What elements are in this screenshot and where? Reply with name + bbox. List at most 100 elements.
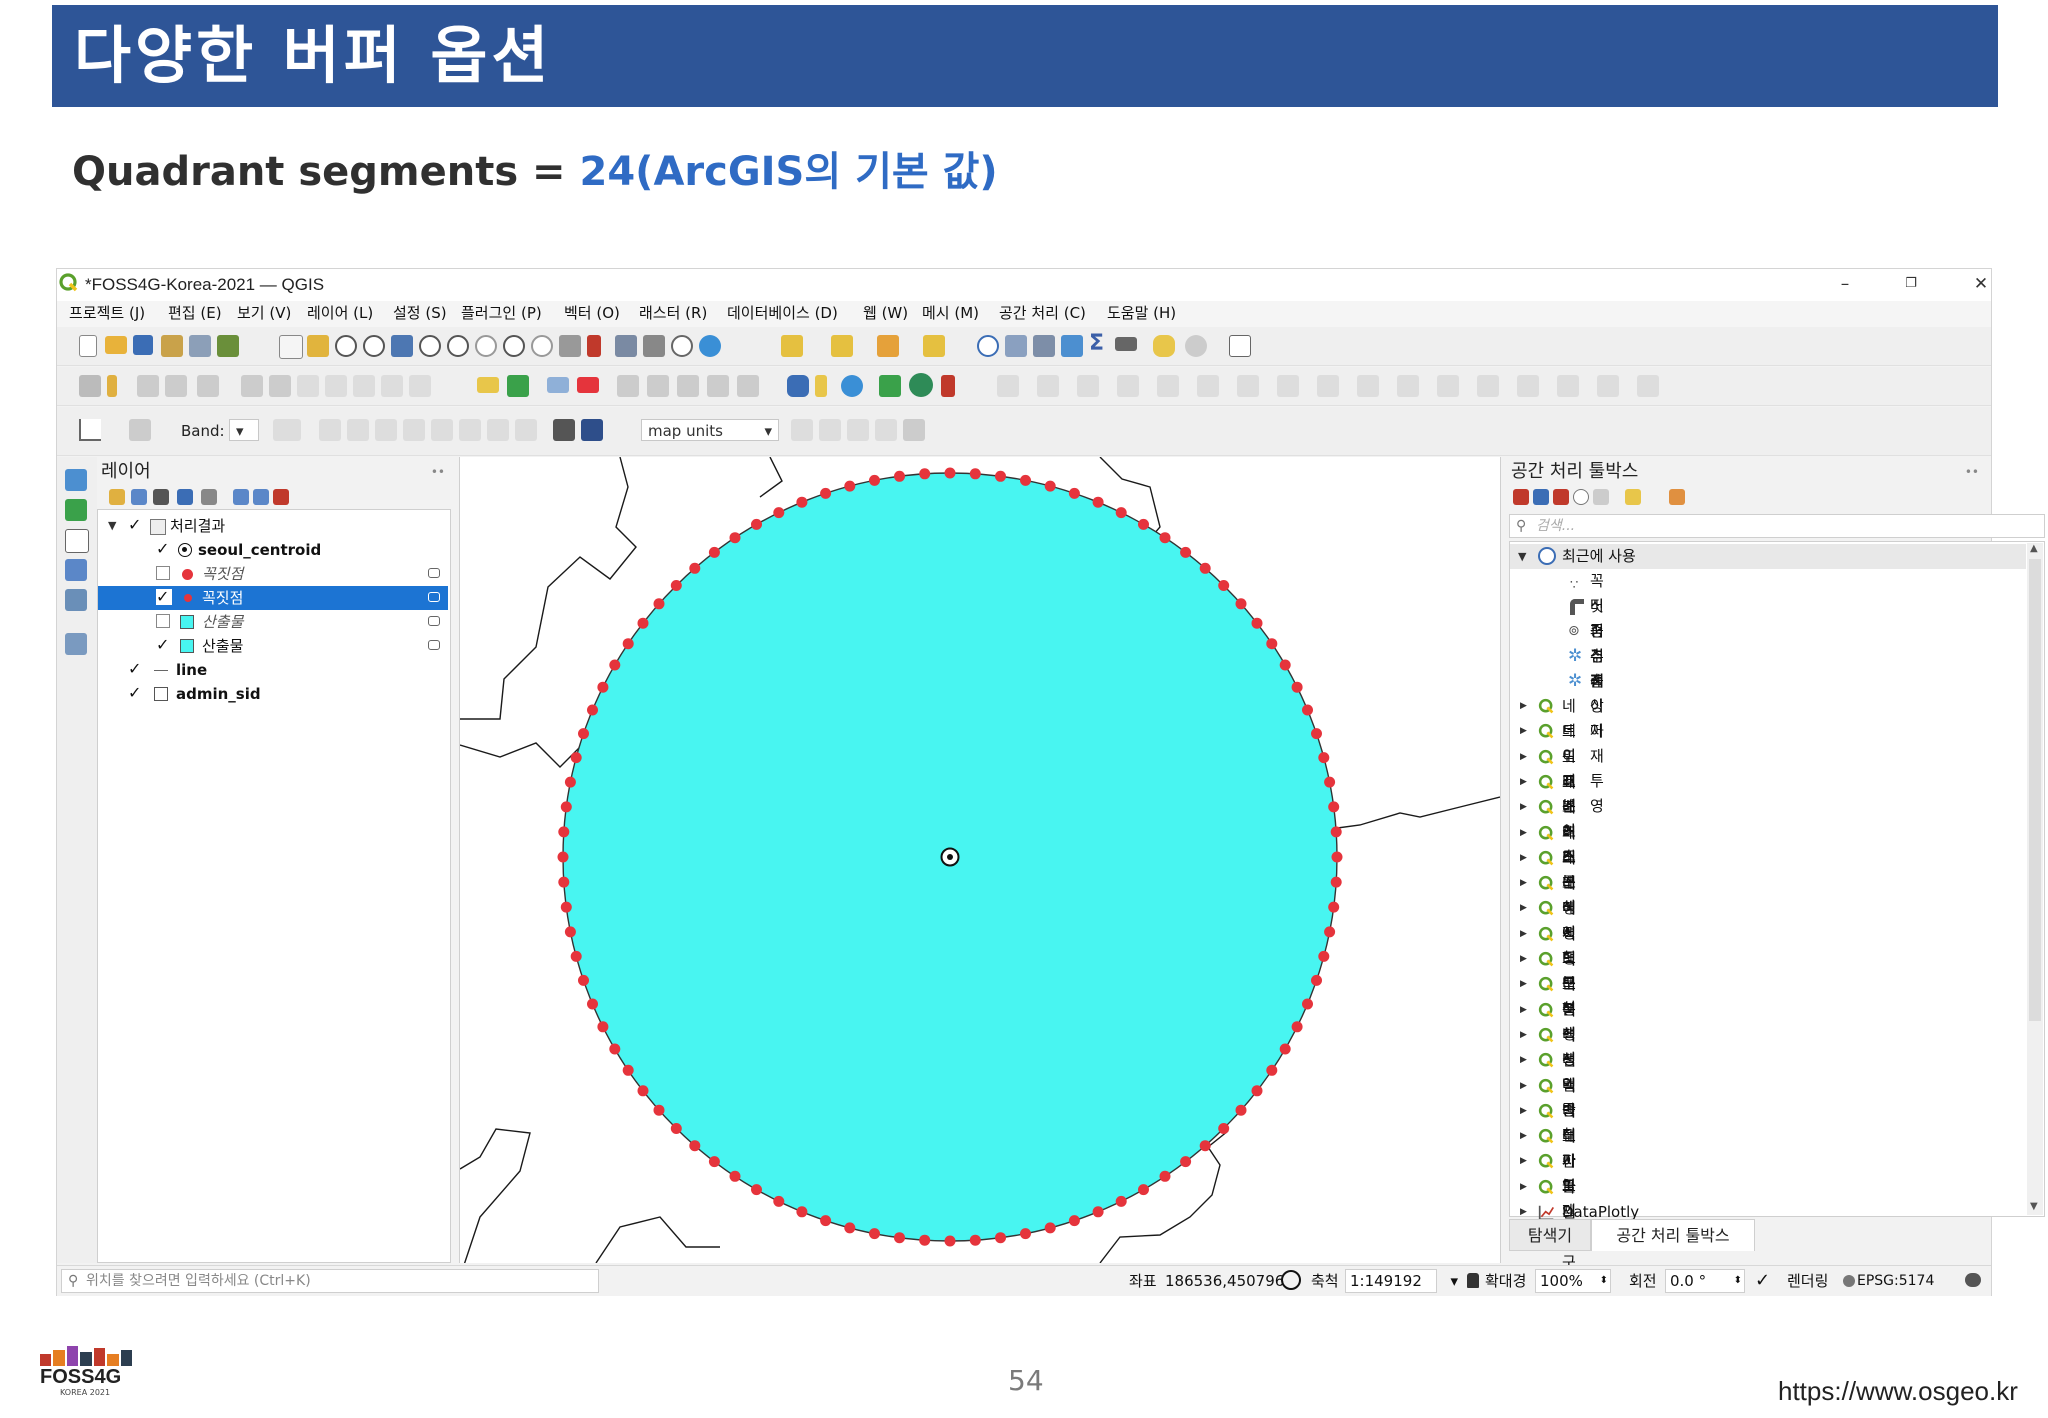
vertex-point[interactable] [1092, 496, 1104, 508]
expand-triangle-icon[interactable]: ▶ [1520, 795, 1527, 820]
vertex-point[interactable] [1324, 926, 1336, 938]
vertex-point[interactable] [844, 480, 856, 492]
vertex-point[interactable] [1302, 704, 1313, 716]
menu-processing[interactable]: 공간 처리 (C) [999, 303, 1086, 323]
layer-checkbox[interactable] [156, 614, 170, 628]
menu-vector[interactable]: 벡터 (O) [564, 303, 620, 323]
rotation-spinbox[interactable]: 0.0 ° ⬍ [1665, 1269, 1745, 1293]
vertex-point[interactable] [622, 638, 634, 650]
layer-vertices-selected[interactable]: ✓ 꼭짓점 [98, 586, 448, 610]
vertex-point[interactable] [969, 468, 981, 480]
embedded-indicator-icon[interactable] [428, 568, 440, 578]
vertex-point[interactable] [1330, 876, 1342, 888]
vertex-point[interactable] [557, 851, 569, 863]
text-annotation-icon[interactable] [1229, 335, 1251, 357]
field-calculator-icon[interactable] [1033, 335, 1055, 357]
map-tips-icon[interactable] [1153, 335, 1175, 357]
layer-checkbox[interactable]: ✓ [128, 661, 144, 677]
expand-triangle-icon[interactable]: ▶ [1520, 922, 1527, 947]
vertex-point[interactable] [558, 876, 570, 888]
expand-triangle-icon[interactable]: ▶ [1520, 1048, 1527, 1073]
deselect-icon[interactable] [877, 335, 899, 357]
raster-histogram-icon[interactable] [553, 419, 575, 441]
vertex-point[interactable] [670, 580, 682, 591]
vertex-point[interactable] [653, 598, 665, 610]
zoom-in-icon[interactable] [335, 335, 357, 357]
split-icon[interactable] [1157, 375, 1179, 397]
map-canvas[interactable] [459, 456, 1501, 1278]
vertex-point[interactable] [1318, 950, 1330, 962]
expand-triangle-icon[interactable]: ▶ [1520, 972, 1527, 997]
restore-button[interactable]: ❐ [1885, 269, 1937, 299]
zoom-full-icon[interactable] [391, 335, 413, 357]
locator-search-input[interactable]: ⚲ 위치를 찾으려면 입력하세요 (Ctrl+K) [61, 1269, 599, 1293]
vertex-point[interactable] [1115, 507, 1127, 519]
expand-triangle-icon[interactable]: ▶ [1520, 846, 1527, 871]
add-vector-layer-icon[interactable] [65, 499, 87, 521]
embedded-indicator-icon[interactable] [428, 616, 440, 626]
expand-triangle-icon[interactable]: ▶ [1520, 745, 1527, 770]
layer-checkbox[interactable]: ✓ [156, 589, 172, 605]
vertex-point[interactable] [820, 487, 832, 499]
python-console-icon[interactable] [787, 375, 809, 397]
vertex-point[interactable] [995, 470, 1006, 482]
vertex-point[interactable] [1279, 1043, 1291, 1055]
vertex-point[interactable] [844, 1222, 856, 1234]
paste-icon[interactable] [353, 375, 375, 397]
vertex-point[interactable] [729, 1170, 741, 1182]
vertex-point[interactable] [1138, 1184, 1149, 1196]
expand-triangle-icon[interactable]: ▼ [1518, 544, 1526, 569]
open-project-icon[interactable] [105, 336, 127, 354]
bookmark-icon[interactable] [615, 335, 637, 357]
filter-legend-icon[interactable] [177, 489, 193, 505]
messages-icon[interactable] [1965, 1273, 1981, 1287]
vertex-point[interactable] [1291, 681, 1303, 693]
show-bookmarks-icon[interactable] [643, 335, 665, 357]
vertex-point[interactable] [894, 1232, 905, 1244]
lock-icon[interactable] [1467, 1273, 1479, 1288]
vertex-point[interactable] [653, 1104, 665, 1116]
shape-tool-3-icon[interactable] [847, 419, 869, 441]
menu-raster[interactable]: 래스터 (R) [639, 303, 707, 323]
split-parts-icon[interactable] [1557, 375, 1579, 397]
raster-help-icon[interactable] [581, 419, 603, 441]
merge-icon[interactable] [1197, 375, 1219, 397]
refresh-icon[interactable] [699, 335, 721, 357]
render-checkbox[interactable]: ✓ [1755, 1270, 1770, 1292]
menu-project[interactable]: 프로젝트 (J) [69, 303, 145, 323]
expand-triangle-icon[interactable]: ▶ [1520, 998, 1527, 1023]
scroll-down-icon[interactable]: ▼ [2030, 1201, 2038, 1212]
scrollbar-thumb[interactable] [2029, 559, 2041, 1021]
vertex-point[interactable] [558, 826, 570, 838]
vertex-point[interactable] [1068, 487, 1080, 499]
close-button[interactable]: ✕ [1955, 269, 2007, 299]
scroll-up-icon[interactable]: ▲ [2030, 543, 2038, 554]
filter-expression-icon[interactable] [201, 489, 217, 505]
move-label-icon[interactable] [617, 375, 639, 397]
vertex-point[interactable] [1044, 480, 1056, 492]
vertex-point[interactable] [609, 659, 621, 671]
spin-arrows-icon[interactable]: ⬍ [1734, 1270, 1742, 1292]
vertex-point[interactable] [1180, 1156, 1192, 1168]
vertex-point[interactable] [689, 1140, 701, 1152]
fill-ring-icon[interactable] [1397, 375, 1419, 397]
menu-plugins[interactable]: 플러그인 (P) [461, 303, 542, 323]
vertex-point[interactable] [1251, 1085, 1263, 1097]
cut-icon[interactable] [297, 375, 319, 397]
pan-icon[interactable] [279, 335, 303, 359]
zoom-last-icon[interactable] [503, 335, 525, 357]
save-edits-icon[interactable] [137, 375, 159, 397]
vertex-point[interactable] [995, 1232, 1006, 1244]
vertex-point[interactable] [708, 1156, 720, 1168]
shape-tool-1-icon[interactable] [791, 419, 813, 441]
vertex-point[interactable] [796, 496, 808, 508]
expand-triangle-icon[interactable]: ▶ [1520, 821, 1527, 846]
shape-tool-4-icon[interactable] [875, 419, 897, 441]
digitize-shape-icon[interactable] [997, 375, 1019, 397]
vertex-point[interactable] [1020, 474, 1031, 486]
zoom-out-icon[interactable] [363, 335, 385, 357]
vertex-point[interactable] [1180, 546, 1192, 558]
vertex-point[interactable] [820, 1215, 832, 1227]
raster-edit-6-icon[interactable] [459, 419, 481, 441]
layer-checkbox[interactable]: ✓ [128, 517, 144, 533]
